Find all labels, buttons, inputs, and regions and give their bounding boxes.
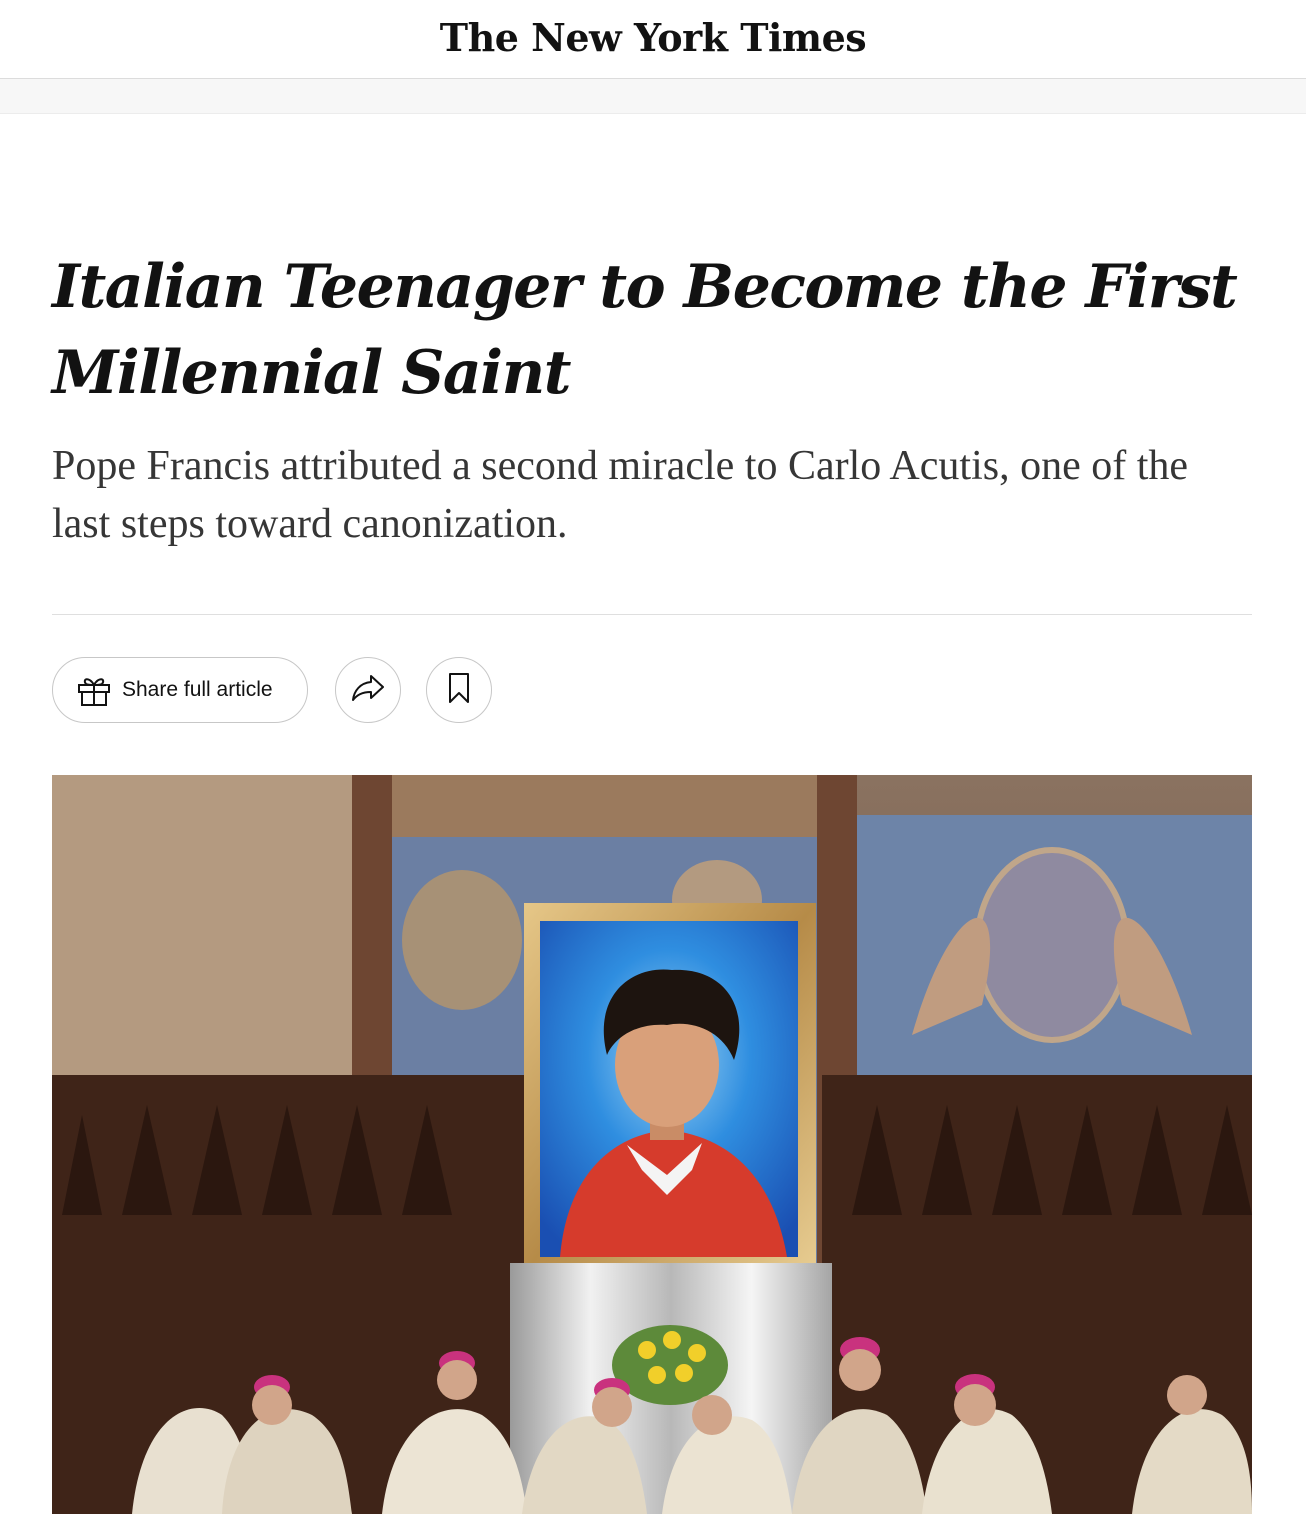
divider [52, 614, 1252, 615]
section-bar [0, 79, 1306, 114]
lead-photo[interactable] [52, 775, 1252, 1514]
fresco-medallion-right [974, 847, 1130, 1043]
gift-icon [76, 671, 114, 709]
article-headline: Italian Teenager to Become the First Mil… [52, 252, 1238, 408]
nyt-logo[interactable]: The New York Times [440, 15, 867, 60]
top-frieze [392, 775, 852, 837]
article-summary: Pope Francis attributed a second miracle… [52, 443, 1189, 547]
share-button[interactable] [335, 657, 401, 723]
share-arrow-icon [350, 673, 386, 708]
share-label: Share full article [122, 678, 273, 701]
bookmark-icon [447, 672, 471, 709]
save-button[interactable] [426, 657, 492, 723]
share-full-article-button[interactable]: Share full article [52, 657, 308, 723]
masthead: The New York Times [0, 0, 1306, 79]
fresco-figure-left [402, 870, 522, 1010]
